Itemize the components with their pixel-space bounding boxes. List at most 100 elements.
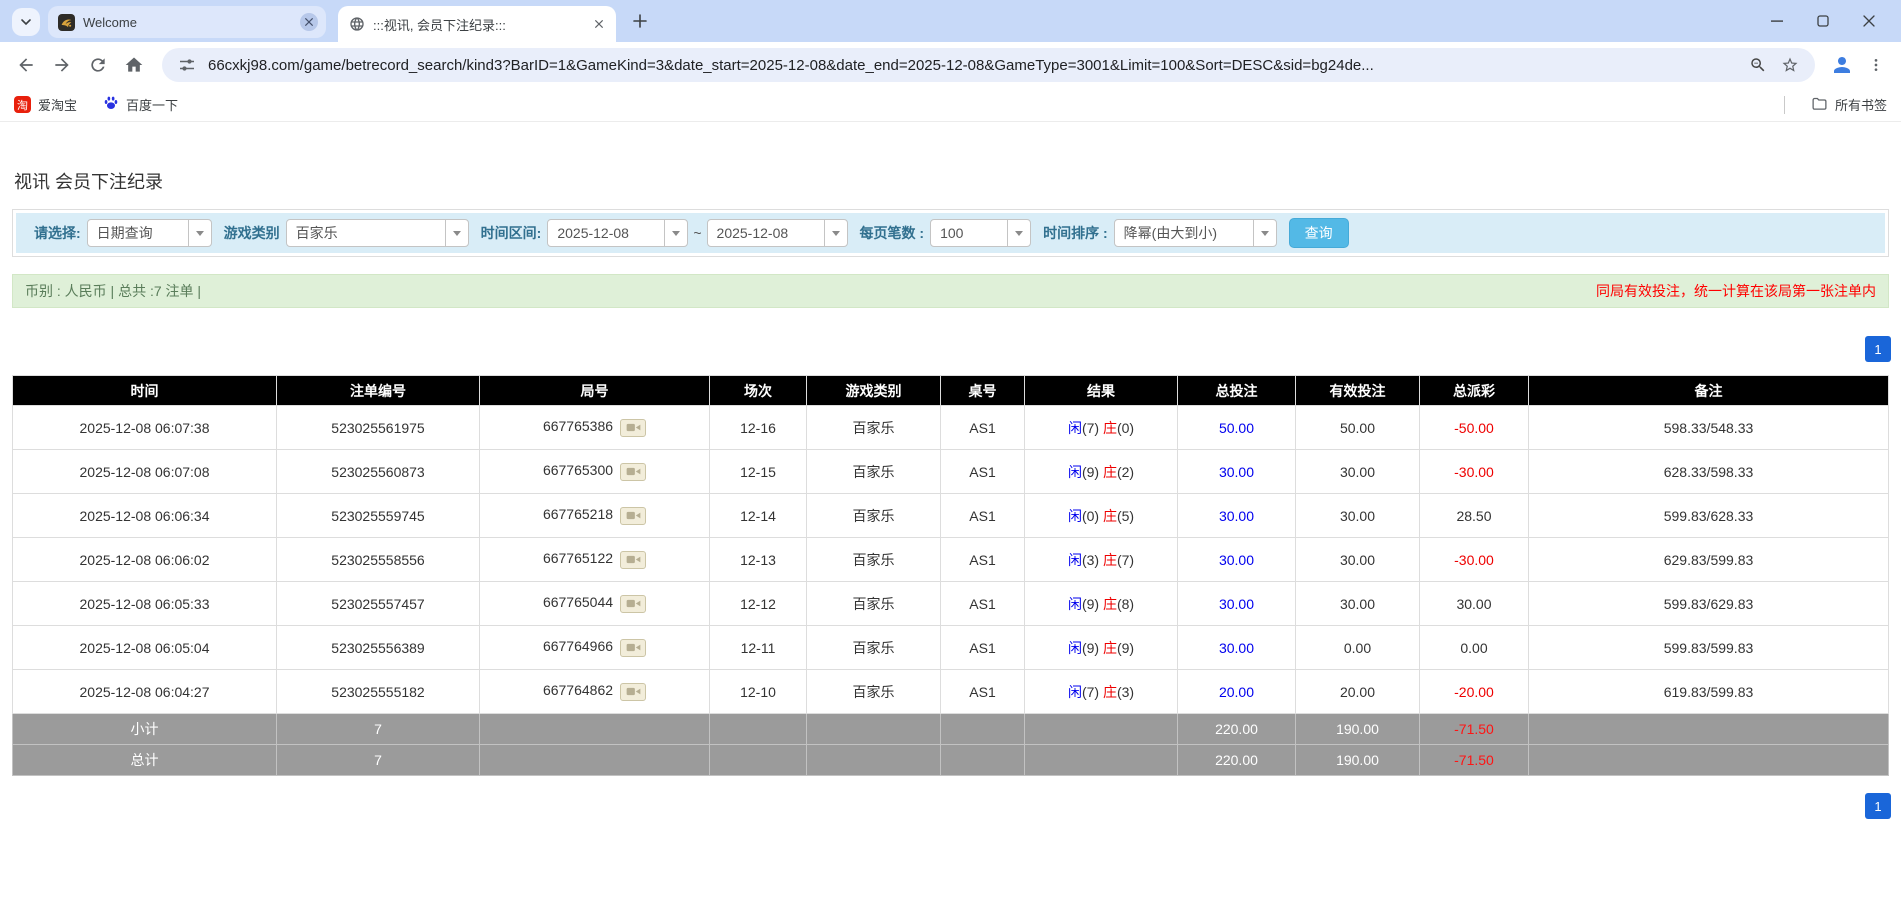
date-end-dropdown-arrow[interactable] — [824, 219, 848, 247]
cell-round — [480, 714, 710, 745]
browser-menu-button[interactable] — [1859, 48, 1893, 82]
cell-round: 667765386 — [480, 406, 710, 450]
cell-game: 百家乐 — [807, 450, 941, 494]
round-replay-icon[interactable] — [620, 463, 646, 481]
cell-session: 12-16 — [710, 406, 807, 450]
site-settings-icon[interactable] — [176, 54, 198, 76]
cell-session: 12-15 — [710, 450, 807, 494]
window-controls — [1761, 6, 1895, 36]
round-replay-icon[interactable] — [620, 595, 646, 613]
filter-panel: 请选择: 游戏类别 时间区间: ~ 每页笔数 : — [12, 209, 1889, 257]
cell-payout: 28.50 — [1420, 494, 1529, 538]
home-button[interactable] — [116, 47, 152, 83]
forward-button[interactable] — [44, 47, 80, 83]
cell-time: 2025-12-08 06:06:02 — [13, 538, 277, 582]
new-tab-button[interactable] — [626, 7, 654, 35]
back-button[interactable] — [8, 47, 44, 83]
chevron-down-icon — [453, 231, 461, 236]
page-content: 视讯 会员下注纪录 请选择: 游戏类别 时间区间: ~ 每页 — [0, 168, 1901, 819]
profile-avatar[interactable] — [1825, 48, 1859, 82]
round-replay-icon[interactable] — [620, 507, 646, 525]
tab-betrecord[interactable]: :::视讯, 会员下注纪录::: — [338, 6, 616, 42]
col-remark: 备注 — [1529, 376, 1889, 406]
url-bar[interactable]: 66cxkj98.com/game/betrecord_search/kind3… — [162, 48, 1815, 82]
notice-text: 同局有效投注，统一计算在该局第一张注单内 — [1596, 281, 1876, 301]
cell-round: 667765122 — [480, 538, 710, 582]
tab-search-button[interactable] — [12, 8, 40, 36]
chevron-down-icon — [20, 16, 32, 28]
query-type-input[interactable] — [87, 219, 189, 247]
cell-time: 2025-12-08 06:07:08 — [13, 450, 277, 494]
footer-count: 7 — [277, 714, 480, 745]
date-range-label: 时间区间: — [481, 223, 542, 243]
welcome-favicon-icon — [58, 14, 75, 31]
tab-close-icon[interactable] — [300, 13, 318, 31]
cell-table: AS1 — [941, 626, 1025, 670]
arrow-left-icon — [16, 55, 36, 75]
footer-count: 7 — [277, 745, 480, 776]
date-start-input[interactable] — [547, 219, 665, 247]
cell-table: AS1 — [941, 406, 1025, 450]
tab-title: Welcome — [83, 15, 292, 30]
close-button[interactable] — [1853, 6, 1885, 36]
round-replay-icon[interactable] — [620, 683, 646, 701]
query-type-dropdown-arrow[interactable] — [188, 219, 212, 247]
sort-dropdown-arrow[interactable] — [1253, 219, 1277, 247]
cell-bet-id: 523025561975 — [277, 406, 480, 450]
minimize-button[interactable] — [1761, 6, 1793, 36]
game-type-input[interactable] — [286, 219, 446, 247]
round-replay-icon[interactable] — [620, 639, 646, 657]
tab-close-icon[interactable] — [590, 15, 608, 33]
tab-welcome[interactable]: Welcome — [48, 6, 326, 38]
sort-input[interactable] — [1114, 219, 1254, 247]
cell-game — [807, 745, 941, 776]
cell-payout: -50.00 — [1420, 406, 1529, 450]
bookmark-label: 爱淘宝 — [38, 95, 77, 114]
page-size-input[interactable] — [930, 219, 1008, 247]
cell-session: 12-10 — [710, 670, 807, 714]
maximize-button[interactable] — [1807, 6, 1839, 36]
cell-remark — [1529, 745, 1889, 776]
page-size-label: 每页笔数 : — [860, 223, 925, 243]
all-bookmarks-button[interactable]: 所有书签 — [1811, 95, 1887, 115]
cell-result: 闲(0) 庄(5) — [1025, 494, 1178, 538]
page-size-dropdown-arrow[interactable] — [1007, 219, 1031, 247]
cell-game: 百家乐 — [807, 406, 941, 450]
bookmark-baidu[interactable]: 百度一下 — [103, 95, 178, 114]
url-text[interactable]: 66cxkj98.com/game/betrecord_search/kind3… — [208, 57, 1737, 74]
cell-bet-id: 523025560873 — [277, 450, 480, 494]
table-footer-row: 总计7220.00190.00-71.50 — [13, 745, 1889, 776]
page-1-button[interactable]: 1 — [1865, 793, 1891, 819]
reload-button[interactable] — [80, 47, 116, 83]
cell-table — [941, 714, 1025, 745]
cell-remark: 628.33/598.33 — [1529, 450, 1889, 494]
date-start-dropdown-arrow[interactable] — [664, 219, 688, 247]
table-row: 2025-12-08 06:04:27523025555182667764862… — [13, 670, 1889, 714]
bookmark-star-icon[interactable] — [1779, 54, 1801, 76]
zoom-out-icon[interactable] — [1747, 54, 1769, 76]
cell-round: 667765044 — [480, 582, 710, 626]
round-replay-icon[interactable] — [620, 419, 646, 437]
cell-game: 百家乐 — [807, 538, 941, 582]
page-1-button[interactable]: 1 — [1865, 336, 1891, 362]
cell-game: 百家乐 — [807, 626, 941, 670]
round-replay-icon[interactable] — [620, 551, 646, 569]
cell-result: 闲(7) 庄(0) — [1025, 406, 1178, 450]
game-type-dropdown-arrow[interactable] — [445, 219, 469, 247]
cell-valid-bet: 50.00 — [1296, 406, 1420, 450]
cell-payout: -30.00 — [1420, 538, 1529, 582]
chevron-down-icon — [672, 231, 680, 236]
cell-bet-id: 523025557457 — [277, 582, 480, 626]
search-button[interactable]: 查询 — [1289, 218, 1349, 248]
taobao-icon: 淘 — [14, 96, 31, 113]
cell-remark: 598.33/548.33 — [1529, 406, 1889, 450]
cell-round: 667764862 — [480, 670, 710, 714]
date-end-input[interactable] — [707, 219, 825, 247]
col-result: 结果 — [1025, 376, 1178, 406]
table-row: 2025-12-08 06:07:08523025560873667765300… — [13, 450, 1889, 494]
cell-round — [480, 745, 710, 776]
bookmark-taobao[interactable]: 淘 爱淘宝 — [14, 95, 77, 114]
cell-time: 2025-12-08 06:05:04 — [13, 626, 277, 670]
pagination-bottom: 1 — [12, 793, 1889, 819]
cell-remark — [1529, 714, 1889, 745]
